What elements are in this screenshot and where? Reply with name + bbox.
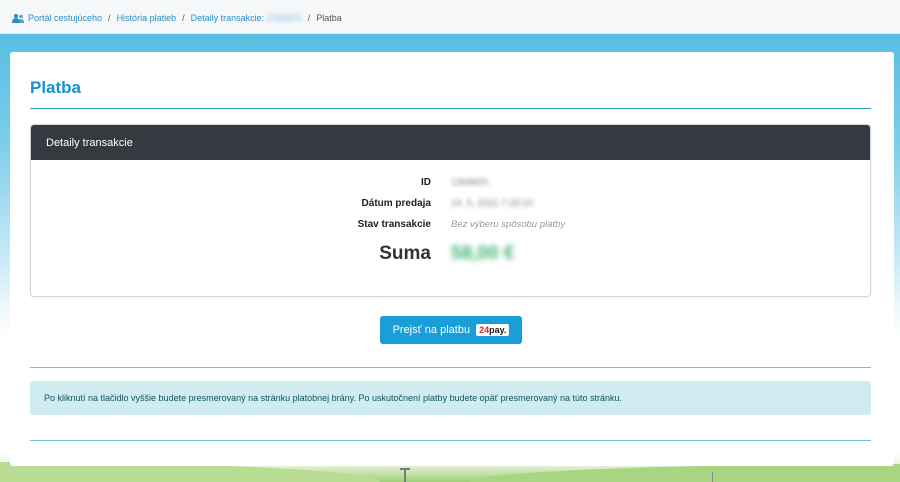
panel-header: Detaily transakcie (31, 125, 870, 160)
breadcrumb-current: Platba (316, 13, 342, 23)
breadcrumb-link-portal[interactable]: Portál cestujúceho (28, 13, 102, 23)
breadcrumb-separator: / (108, 13, 111, 23)
redirect-info-alert: Po kliknutí na tlačidlo vyššie budete pr… (30, 381, 871, 415)
breadcrumb-link-transaction-label: Detaily transakcie: (190, 13, 265, 23)
24pay-logo: 24 pay. (476, 324, 510, 336)
breadcrumb-link-transaction[interactable]: Detaily transakcie: 1369825 (191, 13, 302, 23)
sum-value: 58,00 € (451, 243, 515, 264)
date-value: 14. 5. 2021 7:25:10 (451, 198, 533, 209)
breadcrumb-bar: Portál cestujúceho / História platieb / … (0, 0, 900, 34)
sum-label: Suma (379, 243, 431, 264)
date-row: Dátum predaja 14. 5. 2021 7:25:10 (31, 198, 533, 209)
id-row: ID 1369825 (31, 177, 488, 188)
users-icon (12, 13, 24, 23)
breadcrumb-link-history[interactable]: História platieb (117, 13, 177, 23)
date-label: Dátum predaja (361, 198, 431, 209)
id-value: 1369825 (451, 177, 488, 188)
24pay-logo-number: 24 (479, 325, 490, 335)
status-row: Stav transakcie Bez výberu spôsobu platb… (31, 219, 565, 230)
breadcrumb-separator: / (182, 13, 185, 23)
footer-divider (30, 440, 871, 441)
sum-row: Suma 58,00 € (31, 243, 514, 265)
status-value: Bez výberu spôsobu platby (451, 219, 566, 230)
title-divider (30, 108, 871, 109)
breadcrumb-separator: / (307, 13, 311, 23)
status-label: Stav transakcie (357, 219, 431, 230)
24pay-logo-text: pay. (489, 325, 507, 335)
payment-card: Platba Detaily transakcie ID 1369825 Dát… (10, 52, 894, 466)
breadcrumb: Portál cestujúceho / História platieb / … (12, 13, 342, 23)
section-divider (30, 367, 871, 368)
go-to-payment-button[interactable]: Prejsť na platbu 24 pay. (380, 316, 522, 344)
page-title: Platba (30, 78, 82, 97)
transaction-details-panel: Detaily transakcie ID 1369825 Dátum pred… (30, 124, 871, 297)
breadcrumb-transaction-reference: 1369825 (266, 13, 302, 23)
go-to-payment-label: Prejsť na platbu (392, 324, 471, 336)
id-label: ID (421, 177, 431, 188)
